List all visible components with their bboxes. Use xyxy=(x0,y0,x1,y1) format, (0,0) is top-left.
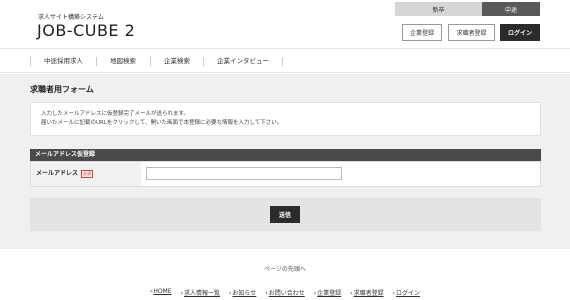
footer-link-news[interactable]: お知らせ xyxy=(229,288,256,297)
site-logo[interactable]: JOB-CUBE 2 xyxy=(37,21,135,40)
footer-links: HOME 求人情報一覧 お知らせ お問い合わせ 企業登録 求職者登録 ログイン xyxy=(0,288,570,297)
page-top-link[interactable]: ページの先頭へ xyxy=(0,264,570,273)
login-button[interactable]: ログイン xyxy=(500,24,540,41)
notice-line-1: 入力したメールアドレスに仮登録完了メールが送られます。 xyxy=(41,111,189,117)
required-badge: 必須 xyxy=(81,169,94,178)
nav-item-company-interview[interactable]: 企業インタビュー xyxy=(203,57,283,66)
footer-link-contact[interactable]: お問い合わせ xyxy=(265,288,305,297)
nav-item-mid-career-jobs[interactable]: 中途採用求人 xyxy=(30,57,96,66)
section-heading: メールアドレス仮登録 xyxy=(30,149,541,161)
page-title: 求職者用フォーム xyxy=(30,85,94,94)
footer-link-company-register[interactable]: 企業登録 xyxy=(314,288,341,297)
email-input[interactable] xyxy=(146,167,342,180)
footer-link-job-list[interactable]: 求人情報一覧 xyxy=(181,288,220,297)
submit-button[interactable]: 送信 xyxy=(270,206,300,223)
footer-link-home[interactable]: HOME xyxy=(150,288,171,297)
nav-item-company-search[interactable]: 企業検索 xyxy=(150,57,203,66)
site-subtitle: 求人サイト構築システム xyxy=(38,14,104,21)
notice-line-2: 届いたメールに記載のURLをクリックして、開いた画面で本登録に必要な情報を入力し… xyxy=(41,120,283,126)
seeker-register-button[interactable]: 求職者登録 xyxy=(448,24,495,41)
tab-mid-career[interactable]: 中途 xyxy=(482,2,540,16)
email-row: メールアドレス 必須 xyxy=(30,161,541,187)
main-content: 求職者用フォーム 入力したメールアドレスに仮登録完了メールが送られます。 届いた… xyxy=(0,74,570,249)
email-label-cell: メールアドレス 必須 xyxy=(31,162,141,186)
notice-box: 入力したメールアドレスに仮登録完了メールが送られます。 届いたメールに記載のUR… xyxy=(30,102,541,136)
main-nav: 中途採用求人 地図検索 企業検索 企業インタビュー xyxy=(0,48,570,73)
nav-item-map-search[interactable]: 地図検索 xyxy=(96,57,149,66)
footer-link-seeker-register[interactable]: 求職者登録 xyxy=(350,288,384,297)
company-register-button[interactable]: 企業登録 xyxy=(402,24,442,41)
tab-new-grad[interactable]: 新卒 xyxy=(395,2,482,16)
email-label: メールアドレス xyxy=(36,170,79,177)
submit-area: 送信 xyxy=(30,198,541,231)
footer-link-login[interactable]: ログイン xyxy=(393,288,420,297)
